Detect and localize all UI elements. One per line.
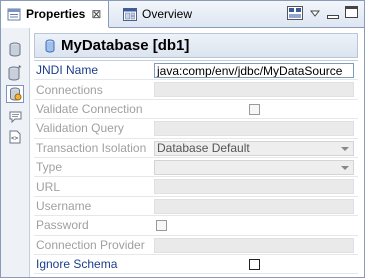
source-code-icon[interactable]: <> [6, 128, 24, 146]
property-value-field[interactable] [154, 237, 354, 253]
property-row: Validation Query [34, 119, 358, 139]
database-icon[interactable] [6, 40, 24, 58]
property-row: Connections [34, 80, 358, 100]
chevron-down-icon[interactable] [341, 146, 349, 151]
view-tab-bar: Properties ⊠ Overview [1, 1, 364, 28]
property-row: JNDI Name java:comp/env/jdbc/MyDataSource [34, 61, 358, 81]
property-checkbox-cell [154, 257, 354, 272]
tab-overview-label: Overview [142, 7, 193, 21]
property-checkbox-cell [154, 218, 354, 233]
property-grid: JNDI Name java:comp/env/jdbc/MyDataSource… [34, 60, 358, 275]
checkbox[interactable] [156, 220, 167, 232]
page-title: MyDatabase [db1] [61, 37, 190, 54]
tab-overview[interactable]: Overview [117, 1, 207, 27]
chevron-down-icon[interactable] [341, 165, 349, 170]
view-menu-icon[interactable] [309, 7, 321, 21]
property-dropdown[interactable] [154, 159, 354, 175]
property-label: Validation Query [36, 121, 124, 136]
property-row: Validate Connection [34, 100, 358, 120]
properties-view: Properties ⊠ Overview * <> MyDatabase [d… [0, 0, 365, 278]
jndi-name-field[interactable]: java:comp/env/jdbc/MyDataSource [154, 63, 354, 78]
property-value: java:comp/env/jdbc/MyDataSource [157, 63, 343, 78]
property-value-field[interactable] [154, 179, 354, 195]
property-label: URL [36, 179, 61, 194]
property-label: Connections [36, 82, 103, 97]
database-icon [45, 39, 55, 53]
property-value-field[interactable] [154, 198, 354, 214]
property-dropdown[interactable]: Database Default [154, 140, 354, 156]
database-add-icon[interactable]: * [6, 64, 24, 82]
svg-text:*: * [18, 65, 22, 72]
property-checkbox-cell [154, 102, 354, 117]
properties-icon [7, 8, 21, 21]
checkbox[interactable] [248, 258, 260, 270]
property-row: Ignore Schema [34, 255, 358, 275]
comment-icon[interactable] [6, 108, 24, 126]
object-title-bar: MyDatabase [db1] [34, 33, 358, 58]
property-value-field[interactable] [154, 121, 354, 137]
property-label: Password [36, 218, 89, 233]
svg-text:<>: <> [11, 135, 19, 142]
property-row: Transaction Isolation Database Default [34, 139, 358, 158]
property-label: Type [36, 160, 63, 175]
tab-properties[interactable]: Properties ⊠ [1, 1, 109, 28]
database-settings-icon[interactable] [6, 85, 24, 103]
property-label: Validate Connection [36, 101, 143, 116]
property-label: Connection Provider [36, 237, 145, 252]
property-row: Password [34, 216, 358, 236]
property-row: URL [34, 177, 358, 197]
property-label: JNDI Name [36, 63, 99, 78]
property-row: Username [34, 197, 358, 217]
maximize-icon[interactable] [345, 6, 358, 21]
layout-toggle-icon[interactable] [287, 6, 303, 23]
dropdown-value: Database Default [157, 141, 250, 156]
checkbox[interactable] [248, 103, 260, 115]
minimize-icon[interactable] [327, 10, 339, 24]
category-strip: * <> [1, 28, 30, 277]
property-value-field[interactable] [154, 82, 354, 98]
tab-properties-label: Properties [26, 7, 86, 21]
overview-icon [123, 7, 137, 21]
property-label: Username [36, 198, 92, 213]
property-label: Transaction Isolation [36, 140, 147, 155]
property-row: Type [34, 158, 358, 178]
property-label: Ignore Schema [36, 257, 118, 272]
close-tab-icon[interactable]: ⊠ [91, 7, 101, 21]
property-row: Connection Provider [34, 236, 358, 255]
